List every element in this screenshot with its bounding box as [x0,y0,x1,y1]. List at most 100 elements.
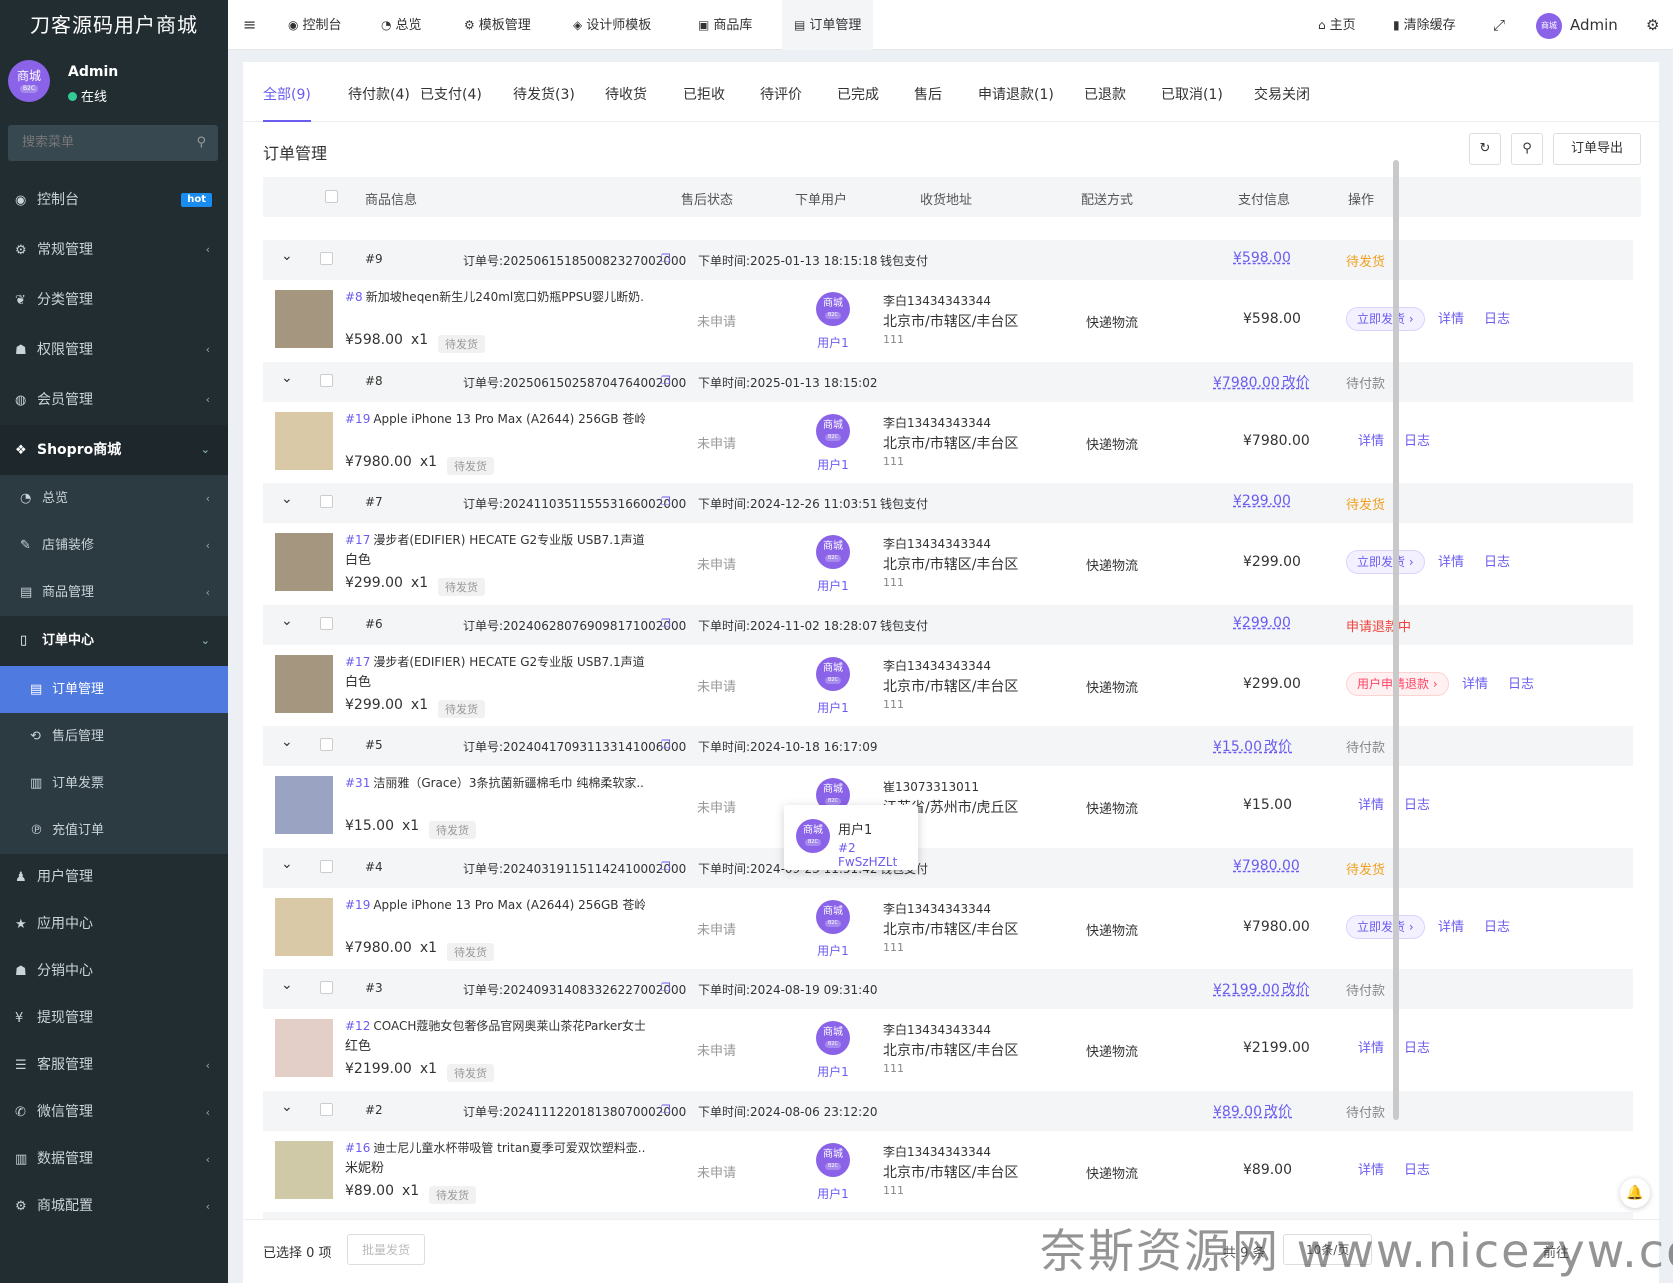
nav-tab-0[interactable]: ◉ 控制台 [288,0,342,50]
product-name[interactable]: #31 洁丽雅（Grace）3条抗菌新疆棉毛巾 纯棉柔软家... [345,774,645,791]
shopro-sub-item-2[interactable]: ▤ 商品管理 ‹ [0,569,228,616]
admin-menu[interactable]: 商城 Admin [1536,0,1618,50]
buyer-avatar[interactable]: 商城 B2C [816,899,850,934]
log-link[interactable]: 日志 [1508,673,1534,692]
detail-link[interactable]: 详情 [1358,430,1384,449]
primary-action-button[interactable]: 立即发货 › [1346,307,1425,331]
order-sub-item-0[interactable]: ▤ 订单管理 [0,666,228,713]
row-checkbox[interactable] [320,252,333,265]
row-checkbox[interactable] [320,738,333,751]
product-thumbnail[interactable] [275,1019,333,1077]
copy-icon[interactable]: ❐ [661,495,671,508]
order-tab-9[interactable]: 申请退款(1) [978,84,1054,104]
product-thumbnail[interactable] [275,290,333,348]
order-tab-10[interactable]: 已退款 [1084,84,1126,104]
sidebar-tail-item-4[interactable]: ☰ 客服管理 ‹ [0,1042,228,1089]
detail-link[interactable]: 详情 [1358,1037,1384,1056]
buyer-avatar[interactable]: 商城 B2C [816,656,850,691]
primary-action-button[interactable]: 立即发货 › [1346,550,1425,574]
order-sub-item-2[interactable]: ▥ 订单发票 [0,760,228,807]
product-thumbnail[interactable] [275,776,333,834]
buyer-name[interactable]: 用户1 [808,456,858,473]
nav-tab-3[interactable]: ◈ 设计师模板 [573,0,651,50]
batch-ship-button[interactable]: 批量发货 [347,1234,426,1265]
detail-link[interactable]: 详情 [1438,308,1464,327]
fullscreen-icon[interactable]: ⤢ [1493,0,1505,50]
row-checkbox[interactable] [320,1102,333,1116]
product-name[interactable]: #19 Apple iPhone 13 Pro Max (A2644) 256GB… [345,410,645,427]
shopro-sub-item-3[interactable]: ▯ 订单中心 ⌄ [0,616,228,666]
copy-icon[interactable]: ❐ [661,252,671,265]
pay-amount[interactable]: ¥15.00 改价 [1213,736,1292,756]
detail-link[interactable]: 详情 [1358,1159,1384,1178]
buyer-name[interactable]: 用户1 [808,1185,858,1202]
product-thumbnail[interactable] [275,1140,333,1199]
sidebar-tail-item-1[interactable]: ★ 应用中心 [0,901,228,948]
expand-chevron-icon[interactable]: ⌄ [281,1099,293,1115]
row-checkbox[interactable] [320,616,333,630]
expand-chevron-icon[interactable]: ⌄ [281,370,293,386]
log-link[interactable]: 日志 [1404,1037,1430,1056]
product-name[interactable]: #19 Apple iPhone 13 Pro Max (A2644) 256GB… [345,896,645,913]
sidebar-tail-item-5[interactable]: ✆ 微信管理 ‹ [0,1089,228,1136]
product-thumbnail[interactable] [275,654,333,713]
bell-icon[interactable]: 🔔 [1620,1178,1650,1208]
order-tab-12[interactable]: 交易关闭 [1254,84,1310,104]
sidebar-item-0[interactable]: ◉ 控制台 hot [0,175,228,225]
settings-gear-icon[interactable]: ⚙ [1646,0,1659,50]
detail-link[interactable]: 详情 [1462,673,1488,692]
buyer-avatar[interactable]: 商城 B2C [816,413,850,448]
expand-chevron-icon[interactable]: ⌄ [281,491,293,507]
order-tab-3[interactable]: 待发货(3) [513,84,575,104]
select-all-checkbox[interactable] [325,190,338,203]
search-button[interactable]: ⚲ [1511,133,1543,165]
row-checkbox[interactable] [320,981,333,994]
log-link[interactable]: 日志 [1404,1159,1430,1178]
sidebar-tail-item-2[interactable]: ☗ 分销中心 [0,948,228,995]
expand-chevron-icon[interactable]: ⌄ [281,856,293,872]
expand-chevron-icon[interactable]: ⌄ [281,977,293,993]
nav-tab-1[interactable]: ◔ 总览 [381,0,422,50]
product-name[interactable]: #12 COACH蔻驰女包奢侈品官网奥莱山茶花Parker女士... [345,1017,645,1034]
shopro-sub-item-1[interactable]: ✎ 店铺装修 ‹ [0,522,228,569]
product-thumbnail[interactable] [275,411,333,470]
product-thumbnail[interactable] [275,897,333,956]
home-link[interactable]: ⌂ 主页 [1318,0,1356,50]
order-tab-1[interactable]: 待付款(4) [348,84,410,104]
sidebar-item-3[interactable]: ☗ 权限管理 ‹ [0,325,228,375]
row-checkbox[interactable] [320,859,333,873]
pay-amount[interactable]: ¥299.00 [1233,493,1291,509]
copy-icon[interactable]: ❐ [661,981,671,994]
pay-amount[interactable]: ¥7980.00 [1233,858,1300,874]
pay-amount[interactable]: ¥89.00 改价 [1213,1101,1292,1121]
sidebar-item-2[interactable]: ❦ 分类管理 [0,275,228,325]
sidebar-item-5[interactable]: ❖ Shopro商城 ⌄ [0,425,228,475]
buyer-name[interactable]: 用户1 [808,699,858,716]
sidebar-tail-item-3[interactable]: ¥ 提现管理 [0,995,228,1042]
product-name[interactable]: #8 新加坡heqen新生儿240ml宽口奶瓶PPSU婴儿断奶... [345,288,645,305]
order-tab-6[interactable]: 待评价 [760,84,802,104]
row-checkbox[interactable] [320,373,333,387]
copy-icon[interactable]: ❐ [661,860,671,873]
nav-tab-4[interactable]: ▣ 商品库 [698,0,752,50]
detail-link[interactable]: 详情 [1438,916,1464,935]
pay-amount[interactable]: ¥2199.00 改价 [1213,979,1310,999]
menu-search-input[interactable]: 搜索菜单 ⚲ [8,125,218,161]
brand-title[interactable]: 刀客源码用户商城 [0,0,228,50]
order-tab-4[interactable]: 待收货 [605,84,647,104]
table-scrollbar[interactable] [1393,160,1399,1120]
sidebar-item-1[interactable]: ⚙ 常规管理 ‹ [0,225,228,275]
buyer-avatar[interactable]: 商城 B2C [816,535,850,569]
pay-amount[interactable]: ¥598.00 [1233,250,1291,266]
sidebar-tail-item-7[interactable]: ⚙ 商城配置 ‹ [0,1183,228,1230]
log-link[interactable]: 日志 [1484,308,1510,327]
order-tab-11[interactable]: 已取消(1) [1161,84,1223,104]
copy-icon[interactable]: ❐ [661,1103,671,1116]
nav-tab-5[interactable]: ▤ 订单管理 [782,0,874,50]
sidebar-tail-item-0[interactable]: ♟ 用户管理 [0,854,228,901]
buyer-avatar[interactable]: 商城 B2C [816,292,850,326]
expand-chevron-icon[interactable]: ⌄ [281,248,293,264]
copy-icon[interactable]: ❐ [661,617,671,630]
nav-tab-2[interactable]: ⚙ 模板管理 [464,0,531,50]
expand-chevron-icon[interactable]: ⌄ [281,734,293,750]
